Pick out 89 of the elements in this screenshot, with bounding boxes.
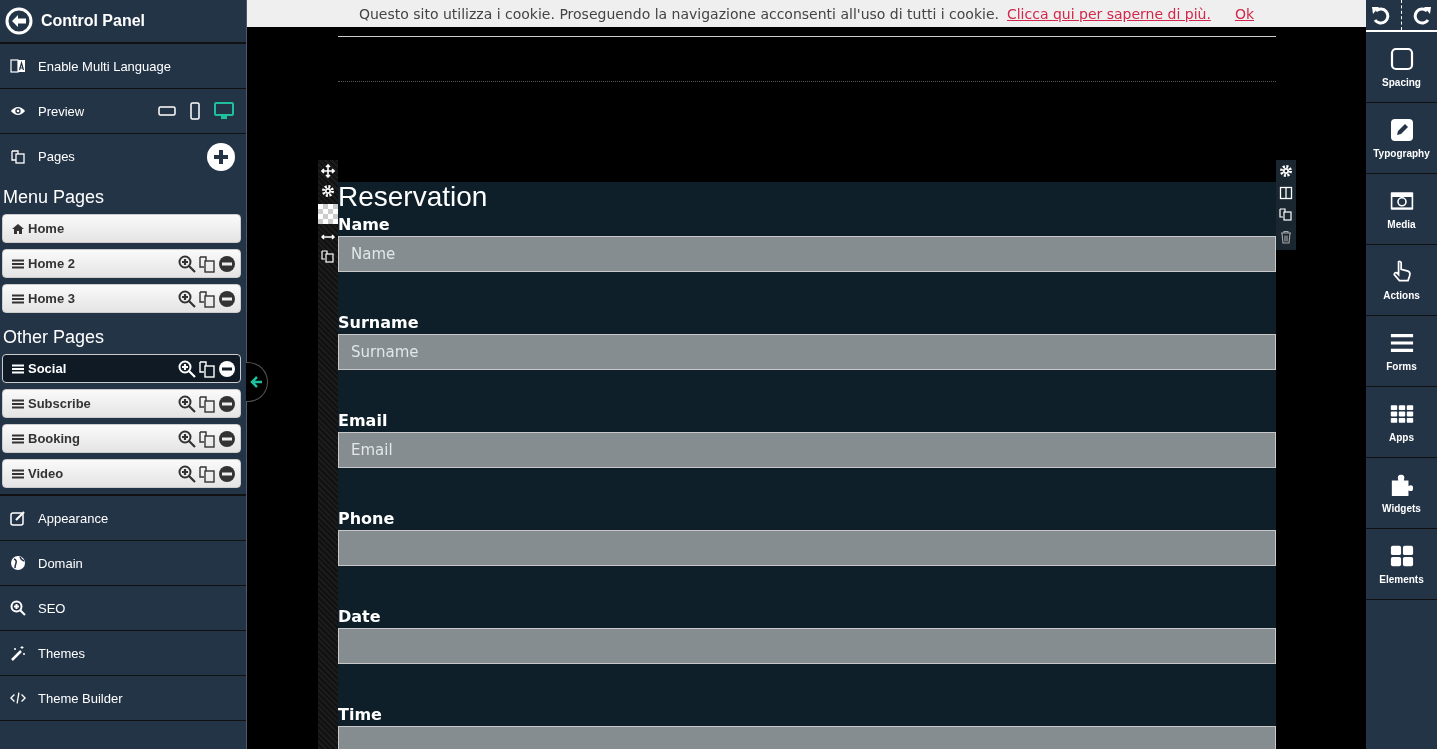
copy-icon[interactable]: [198, 359, 216, 378]
field-label: Time: [338, 704, 383, 726]
remove-icon[interactable]: [218, 289, 236, 308]
square-icon: [1389, 46, 1414, 71]
drag-handle-icon[interactable]: [12, 433, 24, 444]
page-item[interactable]: Social: [2, 354, 241, 383]
copy-icon[interactable]: [198, 464, 216, 483]
trash-icon[interactable]: [1279, 230, 1293, 244]
cookie-message: Questo sito utilizza i cookie. Proseguendo la navigazione acconsenti all'uso di tutti i cookie.: [358, 5, 999, 22]
input-field[interactable]: Email: [338, 432, 1276, 468]
home-icon: [12, 223, 24, 234]
settings-icon[interactable]: [1279, 164, 1293, 178]
input-field[interactable]: Name: [338, 236, 1276, 272]
copy-icon[interactable]: [198, 394, 216, 413]
globe-icon: [10, 555, 26, 571]
copy-icon[interactable]: [321, 250, 335, 264]
copy-icon[interactable]: [198, 289, 216, 308]
zoom-in-icon[interactable]: [178, 394, 196, 413]
menu-item[interactable]: Preview: [38, 103, 85, 119]
columns-icon[interactable]: [1279, 186, 1293, 200]
remove-icon[interactable]: [218, 359, 236, 378]
page-name: Home: [28, 221, 65, 236]
copy-icon[interactable]: [198, 254, 216, 273]
page-name: Video: [28, 466, 64, 481]
search-icon: [10, 600, 26, 616]
remove-icon[interactable]: [218, 464, 236, 483]
add-page-icon[interactable]: [206, 141, 236, 172]
page-item[interactable]: Booking: [2, 424, 241, 453]
menu-item[interactable]: Themes: [38, 645, 85, 661]
zoom-in-icon[interactable]: [178, 429, 196, 448]
zoom-in-icon[interactable]: [178, 289, 196, 308]
form-title: Reservation: [338, 182, 489, 212]
monitor-icon[interactable]: [214, 102, 234, 120]
copy-icon[interactable]: [198, 429, 216, 448]
remove-icon[interactable]: [218, 429, 236, 448]
field-label: Surname: [338, 312, 420, 334]
settings-icon[interactable]: [321, 184, 335, 198]
page-item[interactable]: Subscribe: [2, 389, 241, 418]
puzzle-icon: [1389, 472, 1414, 497]
remove-icon[interactable]: [218, 254, 236, 273]
drag-handle-icon[interactable]: [12, 293, 24, 304]
menu-item[interactable]: Theme Builder: [38, 690, 123, 706]
menu-item[interactable]: Appearance: [38, 510, 109, 526]
page-item[interactable]: Home 2: [2, 249, 241, 278]
field-label: Email: [338, 410, 389, 432]
drag-handle-icon[interactable]: [12, 258, 24, 269]
menu-item[interactable]: Pages: [38, 149, 75, 164]
cookie-info-link[interactable]: Clicca qui per saperne di più.: [1006, 5, 1211, 22]
input-field[interactable]: Surname: [338, 334, 1276, 370]
section-heading: Menu Pages: [3, 187, 106, 208]
redo-icon[interactable]: [1412, 5, 1432, 25]
magic-wand-icon: [10, 645, 26, 661]
edit-icon: [10, 510, 26, 526]
field-label: Date: [338, 606, 382, 628]
page-name: Home 3: [28, 291, 75, 306]
menu-item[interactable]: Enable Multi Language: [38, 58, 171, 74]
page-name: Home 2: [28, 256, 75, 271]
copy-icon[interactable]: [1279, 208, 1293, 222]
zoom-in-icon[interactable]: [178, 464, 196, 483]
back-icon[interactable]: [5, 7, 33, 35]
panel-title: Control Panel: [41, 12, 145, 30]
input-field[interactable]: [338, 628, 1276, 664]
page-name: Social: [28, 361, 67, 376]
remove-icon[interactable]: [218, 394, 236, 413]
page-item[interactable]: Video: [2, 459, 241, 488]
menu-item[interactable]: SEO: [38, 600, 66, 616]
undo-icon[interactable]: [1371, 5, 1391, 25]
page-name: Subscribe: [28, 396, 91, 411]
copy-icon: [10, 148, 26, 165]
cookie-ok-link[interactable]: Ok: [1234, 5, 1255, 22]
menu-item[interactable]: Domain: [38, 555, 83, 571]
section-heading: Other Pages: [3, 327, 106, 348]
field-label: Phone: [338, 508, 396, 530]
zoom-in-icon[interactable]: [178, 254, 196, 273]
page-name: Booking: [28, 431, 80, 446]
pencil-icon: [1389, 117, 1414, 142]
page-item[interactable]: Home: [2, 214, 241, 243]
drag-handle-icon[interactable]: [12, 398, 24, 409]
input-field[interactable]: [338, 530, 1276, 566]
code-icon: [10, 690, 26, 706]
page-item[interactable]: Home 3: [2, 284, 241, 313]
drag-handle-icon[interactable]: [12, 468, 24, 479]
arrow-left-icon: [249, 375, 264, 389]
grid-icon: [1389, 543, 1414, 568]
field-label: Name: [338, 214, 391, 236]
translate-icon: [10, 58, 26, 74]
collapse-sidebar-button[interactable]: [246, 362, 268, 402]
zoom-in-icon[interactable]: [178, 359, 196, 378]
move-icon[interactable]: [321, 164, 335, 178]
